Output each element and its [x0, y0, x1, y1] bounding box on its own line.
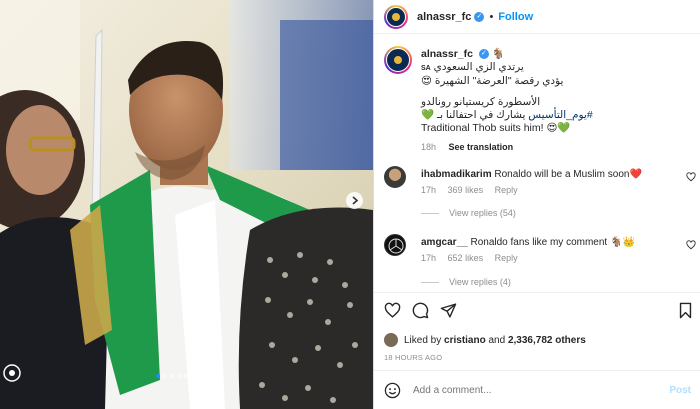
- comment-avatar[interactable]: [384, 166, 406, 188]
- likes-summary: Liked by cristiano and 2,336,782 others: [384, 333, 586, 347]
- mercedes-logo-icon: [388, 238, 404, 254]
- nassr-watermark-logo: [2, 362, 22, 384]
- comment-likes[interactable]: 369 likes: [448, 185, 484, 195]
- carousel-dot: [156, 374, 160, 378]
- hashtag-link[interactable]: #يوم_التأسيس: [528, 109, 592, 121]
- see-translation-link[interactable]: See translation: [449, 142, 514, 152]
- post-actions: Liked by cristiano and 2,336,782 others …: [374, 292, 700, 370]
- flag-label: SA: [421, 65, 431, 72]
- view-replies-button[interactable]: View replies (54): [421, 208, 516, 218]
- comment-avatar[interactable]: [384, 234, 406, 256]
- reply-button[interactable]: Reply: [495, 185, 518, 195]
- post-photo[interactable]: [0, 0, 373, 409]
- comment-age: 17h: [421, 253, 437, 263]
- post-side-panel: alnassr_fc ✓ • Follow alnassr_fc ✓ 🐐 يرت…: [373, 0, 700, 409]
- caption-line-1: يرتدي الزي السعودي SA: [421, 61, 524, 73]
- caption-body: alnassr_fc ✓ 🐐 يرتدي الزي السعودي SA يؤد…: [421, 48, 691, 154]
- share-icon[interactable]: [440, 302, 457, 319]
- comment-likes[interactable]: 652 likes: [448, 253, 484, 263]
- comment-icon[interactable]: [412, 302, 429, 319]
- account-avatar[interactable]: [384, 4, 408, 29]
- post-comment-button[interactable]: Post: [669, 385, 691, 396]
- comment-meta: 17h 652 likes Reply: [421, 253, 527, 263]
- reply-button[interactable]: Reply: [495, 253, 518, 263]
- post-header: alnassr_fc ✓ • Follow: [374, 0, 700, 34]
- post-date: 18 HOURS AGO: [384, 353, 443, 362]
- emoji-icon[interactable]: [384, 382, 401, 399]
- caption-username[interactable]: alnassr_fc: [421, 48, 473, 60]
- add-comment-bar: Post: [374, 370, 700, 409]
- liker-username[interactable]: cristiano: [444, 335, 486, 346]
- caption-line-4: #يوم_التأسيس يشارك في احتفالنا بـ 💚: [421, 109, 593, 121]
- caption-age: 18h: [421, 142, 437, 152]
- verified-icon: ✓: [478, 49, 489, 60]
- comment-username[interactable]: ihabmadikarim: [421, 169, 492, 180]
- carousel-dot: [191, 374, 195, 378]
- bookmark-icon[interactable]: [677, 302, 694, 319]
- photo-illustration: [0, 0, 373, 409]
- comment-age: 17h: [421, 185, 437, 195]
- comment-text: amgcar__ Ronaldo fans like my comment 🐐👑: [421, 237, 635, 248]
- add-comment-input[interactable]: [413, 384, 670, 396]
- caption-avatar[interactable]: [384, 46, 412, 74]
- comment-meta: 17h 369 likes Reply: [421, 185, 527, 195]
- carousel-dot: [205, 374, 209, 378]
- like-heart-icon[interactable]: [384, 302, 401, 319]
- goat-emoji: 🐐: [491, 48, 505, 60]
- verified-icon: ✓: [474, 11, 485, 22]
- carousel-dot: [163, 374, 167, 378]
- carousel-dot: [170, 374, 174, 378]
- carousel-dot: [177, 374, 181, 378]
- view-replies-button[interactable]: View replies (4): [421, 277, 511, 287]
- liker-avatar[interactable]: [384, 333, 398, 347]
- caption-line-2: يؤدي رقصة "العرضة" الشهيرة 😍: [421, 75, 564, 87]
- caption-line-3: الأسطورة كريستيانو رونالدو: [421, 96, 541, 108]
- heart-icon[interactable]: [686, 240, 696, 250]
- carousel-dot: [184, 374, 188, 378]
- carousel-dots: [156, 374, 212, 378]
- carousel-next-button[interactable]: [346, 192, 363, 209]
- chevron-right-icon: [352, 196, 359, 205]
- comment-username[interactable]: amgcar__: [421, 237, 468, 248]
- comments-section[interactable]: alnassr_fc ✓ 🐐 يرتدي الزي السعودي SA يؤد…: [374, 34, 700, 292]
- header-username[interactable]: alnassr_fc: [417, 11, 471, 23]
- caption-meta: 18h See translation: [421, 141, 691, 154]
- follow-button[interactable]: Follow: [498, 11, 533, 23]
- instagram-post-modal: alnassr_fc ✓ • Follow alnassr_fc ✓ 🐐 يرت…: [0, 0, 700, 409]
- heart-icon[interactable]: [686, 172, 696, 182]
- comment-text: ihabmadikarim Ronaldo will be a Muslim s…: [421, 169, 642, 180]
- header-separator: •: [489, 10, 494, 23]
- likes-count[interactable]: 2,336,782 others: [508, 335, 586, 346]
- caption-line-5: Traditional Thob suits him! 😍💚: [421, 122, 571, 134]
- carousel-dot: [198, 374, 202, 378]
